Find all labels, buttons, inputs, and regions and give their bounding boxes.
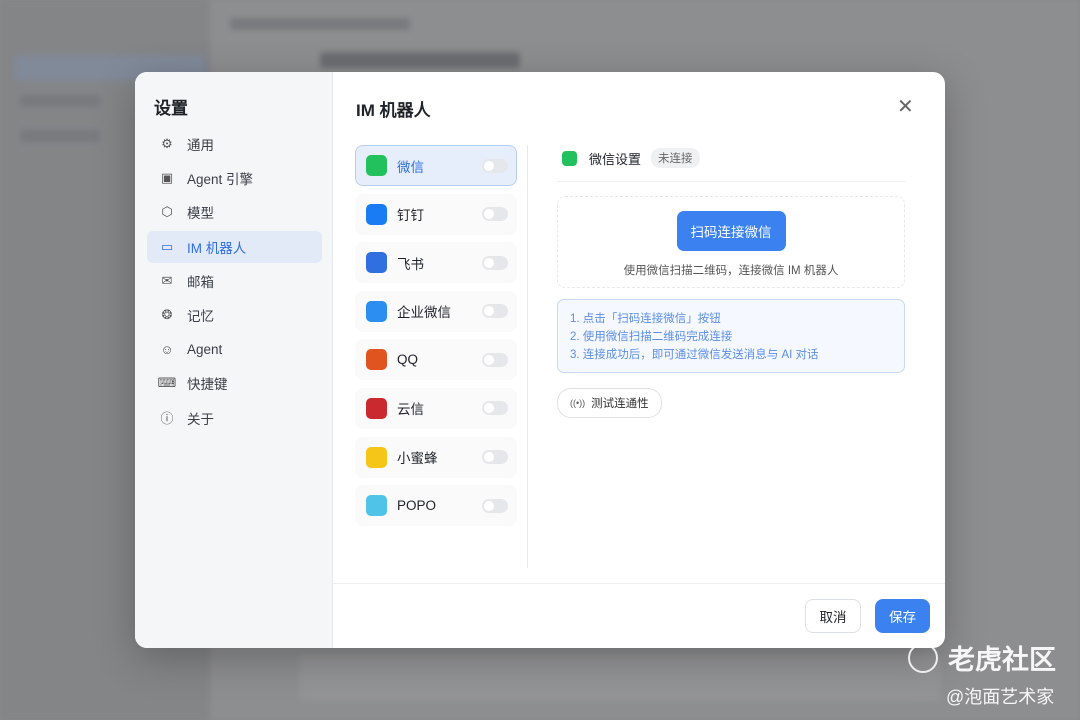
enable-toggle[interactable] (482, 158, 508, 173)
enable-toggle[interactable] (482, 352, 508, 367)
bot-logo-icon (366, 446, 387, 468)
bot-logo-icon (366, 349, 387, 371)
enable-toggle[interactable] (482, 255, 508, 270)
bot-logo-icon (366, 495, 387, 517)
bot-name: 云信 (397, 402, 424, 418)
bot-item[interactable]: 飞书 (355, 242, 517, 284)
gear-icon: ⚙ (161, 136, 173, 151)
enable-toggle[interactable] (482, 498, 508, 513)
bot-item[interactable]: 云信 (355, 387, 517, 429)
bot-name: QQ (397, 352, 419, 368)
keyboard-icon: ⌨ (157, 375, 177, 391)
watermark-brand-text: 老虎社区 (948, 645, 1056, 675)
chip-icon: ▣ (160, 170, 174, 186)
panel-title: 微信设置 (589, 151, 642, 167)
bot-logo-icon (366, 397, 387, 419)
bot-item[interactable]: 企业微信 (355, 290, 517, 332)
bot-name: 微信 (397, 159, 424, 175)
bot-logo-icon (366, 252, 387, 274)
page-title: IM 机器人 (356, 101, 431, 120)
settings-dialog: 设置 ⚙ 通用 ▣ Agent 引擎 ⬡ 模型 ▭ IM 机器人 ✉ 邮箱 ❂ 记忆 ☺ Agent ⌨ 快捷… (135, 72, 945, 648)
sidebar-item-6[interactable]: ☺ Agent (147, 333, 322, 365)
bot-item[interactable]: 微信 (355, 145, 517, 186)
sidebar-item-3[interactable]: ▭ IM 机器人 (147, 230, 322, 263)
sidebar-item-label: IM 机器人 (187, 240, 247, 256)
divider (527, 145, 528, 568)
sidebar-item-0[interactable]: ⚙ 通用 (147, 128, 322, 160)
close-icon[interactable]: ✕ (897, 94, 914, 119)
sidebar-item-label: 模型 (187, 206, 214, 222)
watermark-author: @泡面艺术家 (946, 687, 1055, 707)
save-button[interactable]: 保存 (875, 599, 930, 633)
bot-name: POPO (397, 498, 437, 514)
bot-name: 企业微信 (397, 305, 451, 321)
test-connectivity-label: 测试连通性 (591, 398, 649, 410)
sidebar-item-7[interactable]: ⌨ 快捷键 (147, 367, 322, 399)
sidebar-item-5[interactable]: ❂ 记忆 (147, 299, 322, 331)
chat-bubble-icon: ▭ (160, 238, 174, 254)
bot-logo-icon (366, 203, 387, 225)
bot-logo-icon (366, 155, 387, 176)
info-icon: ⓘ (160, 411, 174, 426)
wechat-icon (562, 150, 577, 166)
step: 1. 点击「扫码连接微信」按钮 (570, 313, 721, 325)
bot-item[interactable]: 小蜜蜂 (355, 436, 517, 478)
sidebar-item-4[interactable]: ✉ 邮箱 (147, 265, 322, 297)
instructions-box: 1. 点击「扫码连接微信」按钮 2. 使用微信扫描二维码完成连接 3. 连接成功… (557, 299, 905, 373)
enable-toggle[interactable] (482, 450, 508, 465)
mail-icon: ✉ (161, 272, 173, 288)
sidebar-item-2[interactable]: ⬡ 模型 (147, 196, 322, 228)
bot-list: 微信钉钉飞书企业微信 QQ 云信小蜜蜂 POPO (355, 145, 517, 534)
bot-item[interactable]: POPO (355, 485, 517, 527)
settings-sidebar: 设置 ⚙ 通用 ▣ Agent 引擎 ⬡ 模型 ▭ IM 机器人 ✉ 邮箱 ❂ 记忆 ☺ Agent ⌨ 快捷… (135, 72, 333, 648)
sidebar-item-label: 邮箱 (187, 274, 214, 290)
user-circle-icon: ☺ (160, 341, 174, 357)
sidebar-item-1[interactable]: ▣ Agent 引擎 (147, 162, 322, 194)
signal-icon: ((•)) (570, 398, 586, 408)
sidebar-item-label: 快捷键 (187, 377, 228, 393)
settings-title: 设置 (154, 99, 188, 118)
sidebar-item-8[interactable]: ⓘ 关于 (147, 402, 322, 434)
enable-toggle[interactable] (482, 304, 508, 319)
step: 2. 使用微信扫描二维码完成连接 (570, 331, 733, 343)
scan-connect-wechat-button[interactable]: 扫码连接微信 (676, 211, 786, 251)
enable-toggle[interactable] (482, 401, 508, 416)
bot-item[interactable]: 钉钉 (355, 193, 517, 235)
connect-hint: 使用微信扫描二维码，连接微信 IM 机器人 (623, 265, 839, 277)
cube-icon: ⬡ (161, 204, 173, 220)
status-badge: 未连接 (651, 148, 700, 168)
bot-name: 小蜜蜂 (397, 451, 438, 467)
bot-name: 钉钉 (397, 208, 424, 224)
sidebar-item-label: Agent 引擎 (187, 172, 254, 188)
bot-name: 飞书 (397, 256, 424, 272)
sidebar-item-label: 关于 (187, 411, 214, 427)
sidebar-item-label: 通用 (187, 138, 214, 153)
enable-toggle[interactable] (482, 207, 508, 222)
wechat-settings-panel: 微信设置 未连接 扫码连接微信 使用微信扫描二维码，连接微信 IM 机器人 1.… (557, 145, 905, 418)
cancel-button[interactable]: 取消 (805, 599, 861, 633)
watermark-brand: 老虎社区 (908, 638, 1056, 677)
sidebar-item-label: 记忆 (187, 308, 214, 324)
qr-connect-area: 扫码连接微信 使用微信扫描二维码，连接微信 IM 机器人 (557, 196, 905, 288)
bot-logo-icon (366, 300, 387, 322)
sidebar-item-label: Agent (187, 341, 223, 357)
step: 3. 连接成功后，即可通过微信发送消息与 AI 对话 (570, 349, 819, 361)
test-connectivity-button[interactable]: ((•)) 测试连通性 (557, 388, 662, 418)
brain-icon: ❂ (161, 306, 173, 322)
bot-item[interactable]: QQ (355, 339, 517, 381)
